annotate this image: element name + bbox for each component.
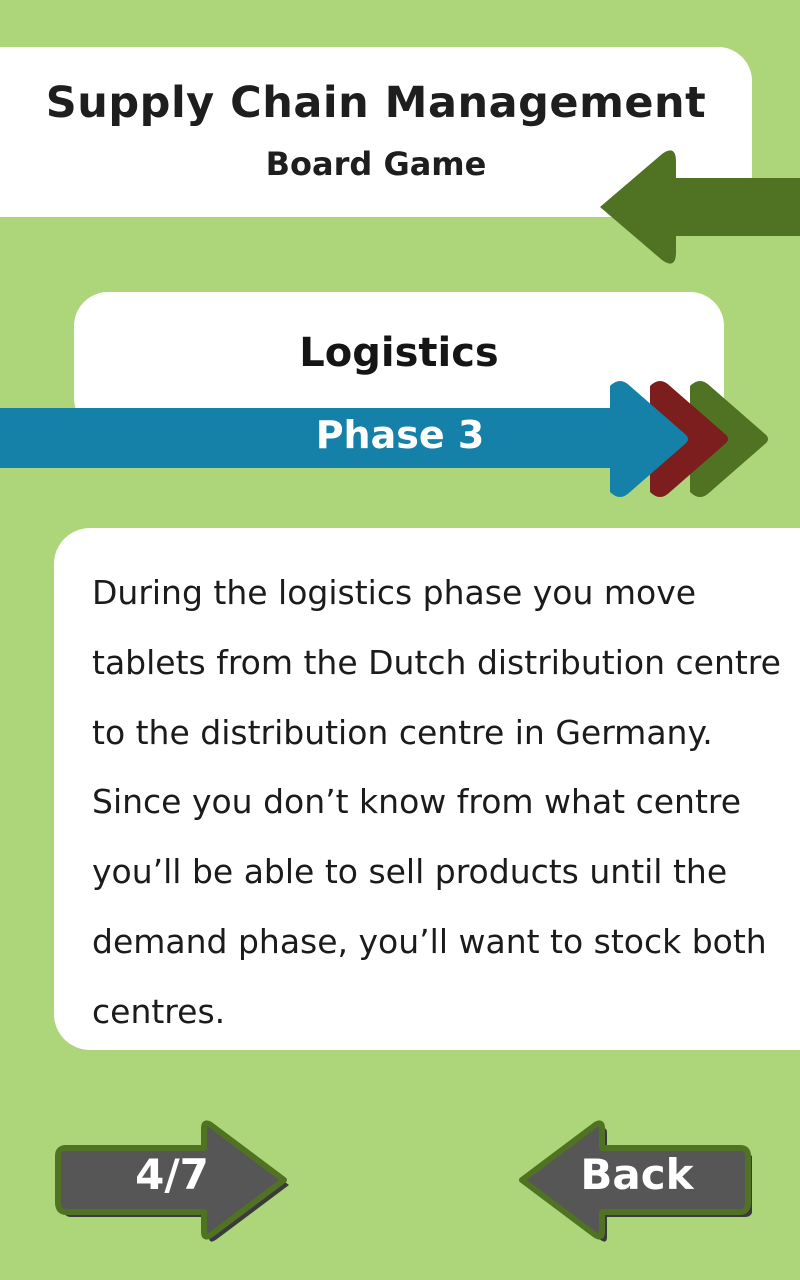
back-label: Back: [580, 1150, 694, 1199]
description-text: During the logistics phase you move tabl…: [92, 573, 781, 1031]
phase-label: Phase 3: [315, 413, 485, 457]
page-indicator: 4/7: [135, 1150, 209, 1199]
next-page-button[interactable]: 4/7: [54, 1118, 294, 1244]
back-button[interactable]: Back: [512, 1118, 752, 1244]
left-arrow-icon: [600, 150, 800, 264]
section-title: Logistics: [299, 330, 499, 376]
app-title: Supply Chain Management: [45, 78, 707, 128]
